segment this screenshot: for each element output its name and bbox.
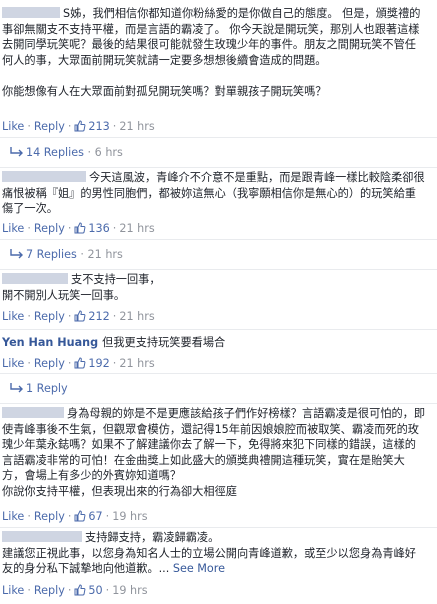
- comment-5: 身為母親的妳是不是更應該給孩子們作好榜樣？言語霸凌是很可怕的，即使青峰事後不生氣…: [0, 406, 437, 499]
- timestamp[interactable]: 21 hrs: [119, 222, 154, 235]
- view-replies-link[interactable]: 14 Replies: [26, 146, 84, 159]
- timestamp[interactable]: 19 hrs: [112, 510, 147, 523]
- replies-row-2[interactable]: 7 Replies · 21 hrs: [0, 239, 437, 269]
- thumbs-up-icon: [74, 222, 86, 234]
- like-count-value: 212: [88, 310, 110, 323]
- redacted-author-name[interactable]: [2, 7, 60, 18]
- separator: ·: [67, 120, 72, 133]
- comment-text: 支不支持一回事， 開不開別人玩笑一回事。: [0, 272, 437, 303]
- like-count[interactable]: 213: [74, 120, 110, 133]
- divider: [0, 269, 437, 270]
- replies-row-4[interactable]: 1 Reply: [0, 373, 437, 403]
- like-button[interactable]: Like: [2, 310, 24, 323]
- separator: ·: [105, 584, 110, 597]
- comment-text: S姊，我們相信你都知道你粉絲愛的是你做自己的態度。 但是，頒獎禮的事卻無關支不支…: [0, 6, 437, 99]
- view-replies-link[interactable]: 7 Replies: [26, 248, 77, 261]
- like-count[interactable]: 50: [74, 584, 103, 597]
- reply-arrow-icon: [10, 147, 23, 157]
- comment-text: 支持歸支持，霸凌歸霸凌。 建議您正視此事，以您身為知名人士的立場公開向青峰道歉，…: [0, 530, 437, 577]
- replies-time: 6 hrs: [94, 146, 123, 159]
- like-count[interactable]: 136: [74, 222, 110, 235]
- comment-text: 今天這風波，青峰介不介意不是重點，而是跟青峰一樣比較陰柔卻很痛恨被稱『姐』的男性…: [0, 170, 437, 217]
- separator: ·: [112, 120, 117, 133]
- comment-6-actions: Like · Reply · 50 · 19 hrs: [2, 584, 148, 598]
- like-button[interactable]: Like: [2, 584, 24, 597]
- see-more-link[interactable]: See More: [173, 562, 225, 575]
- reply-button[interactable]: Reply: [34, 310, 65, 323]
- comment-3-actions: Like · Reply · 212 · 21 hrs: [2, 310, 155, 324]
- like-count[interactable]: 192: [74, 357, 110, 370]
- separator: ·: [27, 584, 31, 597]
- like-count[interactable]: 212: [74, 310, 110, 323]
- divider: [0, 167, 437, 168]
- separator: ·: [112, 222, 117, 235]
- like-count[interactable]: 67: [74, 510, 103, 523]
- like-count-value: 67: [88, 510, 103, 523]
- replies-time: 21 hrs: [87, 248, 123, 261]
- thumbs-up-icon: [74, 510, 86, 522]
- like-count-value: 192: [88, 357, 110, 370]
- comment-body: 身為母親的妳是不是更應該給孩子們作好榜樣？言語霸凌是很可怕的，即使青峰事後不生氣…: [2, 407, 426, 498]
- separator: ·: [67, 584, 72, 597]
- comment-3: 支不支持一回事， 開不開別人玩笑一回事。: [0, 272, 437, 303]
- comment-body: 但我更支持玩笑要看場合: [102, 336, 226, 349]
- redacted-author-name[interactable]: [2, 171, 86, 182]
- separator: ·: [112, 310, 117, 323]
- timestamp[interactable]: 21 hrs: [119, 357, 154, 370]
- separator: ·: [27, 310, 31, 323]
- view-replies-link[interactable]: 1 Reply: [26, 382, 68, 395]
- comment-feed: S姊，我們相信你都知道你粉絲愛的是你做自己的態度。 但是，頒獎禮的事卻無關支不支…: [0, 0, 437, 604]
- reply-button[interactable]: Reply: [34, 357, 65, 370]
- comment-body: S姊，我們相信你都知道你粉絲愛的是你做自己的態度。 但是，頒獎禮的事卻無關支不支…: [2, 7, 421, 98]
- thumbs-up-icon: [74, 120, 86, 132]
- comment-1-actions: Like · Reply · 213 · 21 hrs: [2, 120, 155, 134]
- thumbs-up-icon: [74, 584, 86, 596]
- like-button[interactable]: Like: [2, 222, 24, 235]
- like-count-value: 213: [88, 120, 110, 133]
- separator: ·: [105, 510, 110, 523]
- like-button[interactable]: Like: [2, 120, 24, 133]
- reply-arrow-icon: [10, 383, 23, 393]
- separator: ·: [27, 357, 31, 370]
- redacted-author-name[interactable]: [2, 273, 68, 284]
- like-count-value: 136: [88, 222, 110, 235]
- like-count-value: 50: [88, 584, 103, 597]
- separator: ·: [27, 222, 31, 235]
- thumbs-up-icon: [74, 357, 86, 369]
- separator: ·: [27, 120, 31, 133]
- reply-button[interactable]: Reply: [34, 584, 65, 597]
- redacted-author-name[interactable]: [2, 407, 64, 418]
- replies-row-1[interactable]: 14 Replies · 6 hrs: [0, 137, 437, 167]
- author-name[interactable]: Yen Han Huang: [2, 336, 98, 349]
- comment-text: 身為母親的妳是不是更應該給孩子們作好榜樣？言語霸凌是很可怕的，即使青峰事後不生氣…: [0, 406, 437, 499]
- comment-4: Yen Han Huang 但我更支持玩笑要看場合: [0, 335, 437, 351]
- divider: [0, 527, 437, 528]
- divider: [0, 403, 437, 404]
- reply-arrow-icon: [10, 249, 23, 259]
- separator: ·: [67, 510, 72, 523]
- reply-button[interactable]: Reply: [34, 510, 65, 523]
- comment-2: 今天這風波，青峰介不介意不是重點，而是跟青峰一樣比較陰柔卻很痛恨被稱『姐』的男性…: [0, 170, 437, 217]
- comment-1: S姊，我們相信你都知道你粉絲愛的是你做自己的態度。 但是，頒獎禮的事卻無關支不支…: [0, 6, 437, 99]
- comment-2-actions: Like · Reply · 136 · 21 hrs: [2, 222, 155, 236]
- comment-4-actions: Like · Reply · 192 · 21 hrs: [2, 357, 155, 371]
- divider: [0, 329, 437, 330]
- redacted-author-name[interactable]: [2, 531, 82, 542]
- separator: ·: [112, 357, 117, 370]
- separator: ·: [67, 357, 72, 370]
- like-button[interactable]: Like: [2, 357, 24, 370]
- comment-6: 支持歸支持，霸凌歸霸凌。 建議您正視此事，以您身為知名人士的立場公開向青峰道歉，…: [0, 530, 437, 577]
- timestamp[interactable]: 21 hrs: [119, 310, 154, 323]
- comment-text: Yen Han Huang 但我更支持玩笑要看場合: [0, 335, 437, 351]
- like-button[interactable]: Like: [2, 510, 24, 523]
- separator: ·: [67, 310, 72, 323]
- separator: ·: [67, 222, 72, 235]
- timestamp[interactable]: 19 hrs: [112, 584, 147, 597]
- thumbs-up-icon: [74, 310, 86, 322]
- timestamp[interactable]: 21 hrs: [119, 120, 154, 133]
- comment-5-actions: Like · Reply · 67 · 19 hrs: [2, 510, 148, 524]
- reply-button[interactable]: Reply: [34, 120, 65, 133]
- reply-button[interactable]: Reply: [34, 222, 65, 235]
- separator: ·: [27, 510, 31, 523]
